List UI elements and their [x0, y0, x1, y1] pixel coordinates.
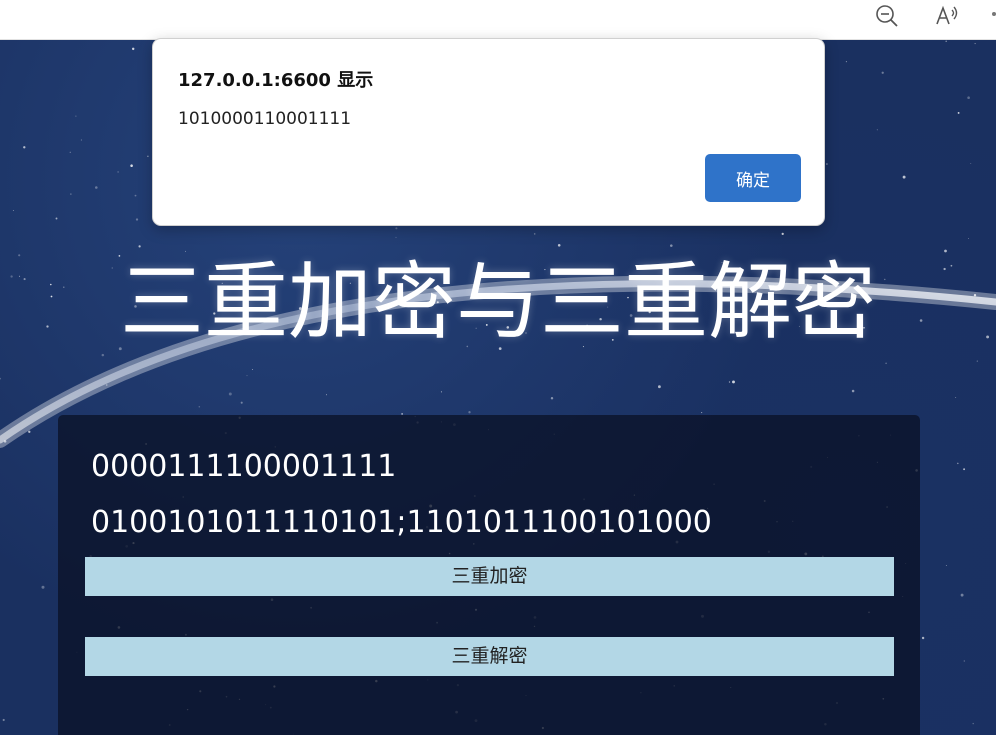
read-aloud-icon[interactable] [933, 2, 961, 30]
alert-title: 127.0.0.1:6600 显示 [178, 70, 374, 91]
alert-dialog: 127.0.0.1:6600 显示 1010000110001111 确定 [152, 38, 825, 226]
alert-ok-button[interactable]: 确定 [705, 154, 801, 202]
cipher-text: 0100101011110101;1101011100101000 [91, 505, 712, 540]
triple-decrypt-button[interactable]: 三重解密 [85, 637, 894, 676]
browser-toolbar [0, 0, 996, 40]
page-title: 三重加密与三重解密 [119, 253, 876, 351]
crypto-panel: 0000111100001111 0100101011110101;110101… [58, 415, 920, 735]
alert-message: 1010000110001111 [178, 109, 352, 129]
triple-encrypt-button[interactable]: 三重加密 [85, 557, 894, 596]
zoom-out-icon[interactable] [873, 2, 901, 30]
key-text: 0000111100001111 [91, 449, 397, 484]
more-icon[interactable] [992, 12, 996, 16]
